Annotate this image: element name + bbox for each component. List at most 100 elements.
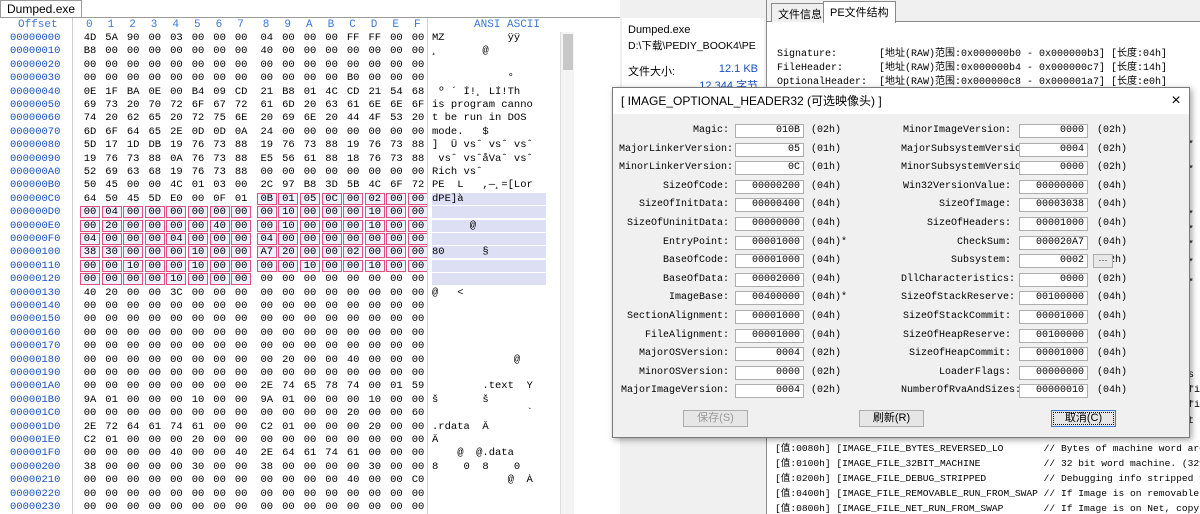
tab-file-info[interactable]: 文件信息 [771, 3, 829, 22]
hex-byte[interactable]: 00 [188, 447, 208, 459]
ascii-text[interactable]: @ [432, 354, 546, 366]
hex-byte[interactable]: 20 [188, 434, 208, 446]
hex-byte[interactable]: 00 [322, 166, 342, 178]
hex-byte[interactable]: 04 [80, 233, 100, 245]
hex-byte[interactable]: 4C [322, 86, 342, 98]
hex-byte[interactable]: 00 [231, 45, 251, 57]
hex-byte[interactable]: 20 [343, 407, 363, 419]
hex-byte[interactable]: 21 [365, 86, 385, 98]
hex-byte[interactable]: 00 [102, 45, 122, 57]
hex-byte[interactable]: 00 [145, 354, 165, 366]
hex-byte[interactable]: 76 [365, 139, 385, 151]
hex-byte[interactable]: 00 [80, 380, 100, 392]
hex-byte[interactable]: 00 [322, 32, 342, 44]
hex-byte[interactable]: 00 [123, 313, 143, 325]
hex-byte[interactable]: 61 [343, 447, 363, 459]
hex-byte[interactable]: 00 [278, 501, 298, 513]
hex-byte[interactable]: 00 [364, 246, 385, 259]
hex-byte[interactable]: 00 [300, 45, 320, 57]
hex-byte[interactable]: 73 [386, 139, 406, 151]
hex-byte[interactable]: 00 [145, 45, 165, 57]
hex-byte[interactable]: 00 [386, 259, 407, 272]
hex-byte[interactable]: 00 [188, 313, 208, 325]
hex-byte[interactable]: 00 [257, 313, 277, 325]
hex-byte[interactable]: 00 [300, 461, 320, 473]
hex-byte[interactable]: 00 [278, 72, 298, 84]
hex-byte[interactable]: 1F [102, 86, 122, 98]
hex-row[interactable]: 00000190 00 00 00 00 00 00 00 00 00 00 00 00 00 00 00 00 [0, 367, 575, 379]
hex-byte[interactable]: 10 [278, 219, 299, 232]
hex-byte[interactable]: 00 [210, 59, 230, 71]
hex-byte[interactable]: 00 [322, 126, 342, 138]
hex-byte[interactable]: 19 [166, 166, 186, 178]
hex-byte[interactable]: 00 [102, 488, 122, 500]
hex-byte[interactable]: 90 [123, 32, 143, 44]
hex-byte[interactable]: 00 [300, 407, 320, 419]
ascii-text[interactable] [432, 273, 546, 286]
hex-byte[interactable]: 3D [322, 179, 342, 191]
hex-byte[interactable]: 6F [386, 179, 406, 191]
hex-byte[interactable]: 00 [188, 233, 208, 245]
hex-byte[interactable]: 00 [386, 461, 406, 473]
hex-byte[interactable]: 00 [210, 313, 230, 325]
hex-row[interactable]: 00000130 40 20 00 00 3C 00 00 00 00 00 00 00 00 00 00 00… [0, 287, 575, 299]
hex-byte[interactable]: 45 [123, 193, 143, 205]
hex-byte[interactable]: 02 [364, 192, 385, 205]
hex-byte[interactable]: 00 [386, 287, 406, 299]
hex-byte[interactable]: 00 [322, 59, 342, 71]
hex-byte[interactable]: 61 [300, 447, 320, 459]
hex-byte[interactable]: 00 [365, 447, 385, 459]
hex-byte[interactable]: 00 [408, 340, 428, 352]
hex-byte[interactable]: 00 [278, 273, 298, 285]
hex-rows[interactable]: 00000000 4D 5A 90 00 03 00 00 00 04 00 00 00 FF FF 00 00… [0, 32, 575, 514]
hex-byte[interactable]: 00 [145, 59, 165, 71]
field-value-input[interactable]: 0000 [1019, 161, 1088, 176]
hex-byte[interactable]: 6F [102, 126, 122, 138]
field-value-input[interactable]: 00000400 [735, 198, 804, 213]
hex-byte[interactable]: 00 [300, 501, 320, 513]
hex-byte[interactable]: 00 [257, 488, 277, 500]
hex-byte[interactable]: 00 [166, 86, 186, 98]
hex-byte[interactable]: 00 [231, 300, 251, 312]
hex-byte[interactable]: 00 [343, 59, 363, 71]
hex-byte[interactable]: 00 [145, 367, 165, 379]
ascii-text[interactable] [432, 313, 546, 325]
ascii-text[interactable]: MZ ÿÿ [432, 32, 546, 44]
hex-byte[interactable]: 00 [257, 166, 277, 178]
hex-byte[interactable]: 00 [300, 313, 320, 325]
hex-byte[interactable]: 64 [80, 193, 100, 205]
hex-byte[interactable]: 59 [408, 380, 428, 392]
hex-byte[interactable]: FF [343, 32, 363, 44]
hex-row[interactable]: 000000F0 04 00 00 00 04 00 00 00 04 00 00 00 00 00 00 00 [0, 233, 575, 245]
hex-byte[interactable]: 00 [408, 287, 428, 299]
hex-byte[interactable]: 00 [408, 327, 428, 339]
hex-byte[interactable]: 76 [102, 153, 122, 165]
hex-byte[interactable]: 00 [386, 300, 406, 312]
hex-byte[interactable]: 04 [257, 32, 277, 44]
hex-byte[interactable]: 10 [364, 259, 385, 272]
hex-byte[interactable]: 4F [365, 112, 385, 124]
hex-byte[interactable]: 00 [188, 340, 208, 352]
hex-byte[interactable]: 00 [278, 367, 298, 379]
ascii-text[interactable]: @ @.data [432, 447, 546, 459]
hex-byte[interactable]: 0D [188, 126, 208, 138]
hex-byte[interactable]: 63 [123, 166, 143, 178]
hex-byte[interactable]: 00 [408, 206, 428, 219]
hex-byte[interactable]: 00 [408, 259, 428, 272]
hex-row[interactable]: 00000030 00 00 00 00 00 00 00 00 00 00 00 00 B0 00 00 00… [0, 72, 575, 84]
hex-byte[interactable]: 00 [365, 45, 385, 57]
hex-byte[interactable]: 20 [166, 112, 186, 124]
hex-byte[interactable]: 00 [188, 354, 208, 366]
hex-byte[interactable]: 00 [188, 501, 208, 513]
hex-byte[interactable]: B8 [80, 45, 100, 57]
hex-byte[interactable]: 76 [365, 153, 385, 165]
hex-row[interactable]: 000000E0 00 20 00 00 00 00 40 00 00 10 00 00 00 10 00 00… [0, 219, 575, 232]
hex-byte[interactable]: 6F [408, 99, 428, 111]
hex-byte[interactable]: 00 [188, 59, 208, 71]
hex-byte[interactable]: 00 [386, 327, 406, 339]
hex-byte[interactable]: 50 [80, 179, 100, 191]
hex-byte[interactable]: 00 [365, 287, 385, 299]
ascii-text[interactable]: ` [432, 407, 546, 419]
hex-byte[interactable]: 00 [365, 273, 385, 285]
hex-byte[interactable]: 00 [386, 434, 406, 446]
